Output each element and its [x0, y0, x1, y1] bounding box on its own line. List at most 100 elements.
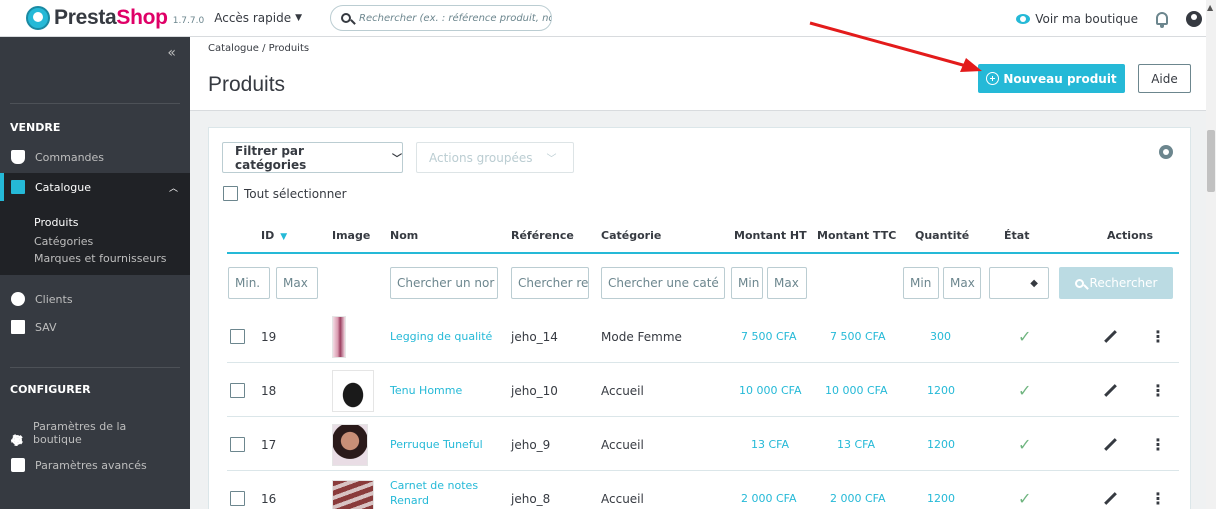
row-checkbox[interactable]	[230, 329, 245, 344]
edit-icon[interactable]	[1103, 330, 1117, 344]
submenu-item-categories[interactable]: Catégories	[0, 233, 190, 250]
filter-name-input[interactable]: Chercher un nor	[390, 267, 498, 299]
more-actions-icon[interactable]: ⋮	[1150, 418, 1166, 471]
row-category: Accueil	[601, 491, 644, 506]
brand-name: PrestaShop	[54, 6, 168, 29]
column-header-id[interactable]: ID ▼	[261, 229, 287, 242]
filter-category-input[interactable]: Chercher une caté	[601, 267, 725, 299]
more-actions-icon[interactable]: ⋮	[1150, 472, 1166, 509]
sort-down-icon[interactable]: ▼	[280, 232, 287, 242]
column-header-reference[interactable]: Référence	[511, 229, 574, 242]
product-name-link[interactable]: Perruque Tuneful	[390, 418, 483, 471]
view-shop-link[interactable]: Voir ma boutique	[1035, 12, 1138, 26]
table-row[interactable]: 17 Perruque Tuneful jeho_9 Accueil 13 CF…	[227, 418, 1179, 471]
select-all-label: Tout sélectionner	[244, 186, 347, 201]
table-row[interactable]: 19 Legging de qualité jeho_14 Mode Femme…	[227, 310, 1179, 363]
product-thumbnail[interactable]	[332, 315, 346, 358]
column-header-price-ht[interactable]: Montant HT	[734, 229, 807, 242]
row-price-ttc[interactable]: 13 CFA	[837, 418, 875, 471]
row-quantity[interactable]: 1200	[927, 418, 955, 471]
more-actions-icon[interactable]: ⋮	[1150, 364, 1166, 417]
scroll-up-icon[interactable]: ▲	[1207, 3, 1213, 12]
row-price-ht[interactable]: 7 500 CFA	[741, 310, 797, 363]
prestashop-logo[interactable]: PrestaShop 1.7.7.0	[26, 6, 204, 30]
sidebar-item-orders[interactable]: Commandes	[0, 143, 190, 171]
status-enabled-icon[interactable]: ✓	[1018, 418, 1031, 471]
page-scrollbar[interactable]: ▲	[1206, 0, 1216, 509]
sidebar-item-label: Catalogue	[35, 180, 91, 194]
row-checkbox[interactable]	[230, 437, 245, 452]
filter-id-max-input[interactable]: Max	[276, 267, 318, 299]
status-enabled-icon[interactable]: ✓	[1018, 364, 1031, 417]
table-row[interactable]: 16 Carnet de notes Renard jeho_8 Accueil…	[227, 472, 1179, 509]
search-button[interactable]: Rechercher	[1059, 267, 1173, 299]
column-header-quantity[interactable]: Quantité	[915, 229, 969, 242]
row-quantity[interactable]: 300	[930, 310, 951, 363]
header-search-input[interactable]: Rechercher (ex. : référence produit, nom	[330, 5, 553, 31]
new-product-button[interactable]: Nouveau produit	[978, 64, 1125, 93]
product-thumbnail[interactable]	[332, 423, 368, 466]
row-price-ttc[interactable]: 2 000 CFA	[830, 472, 886, 509]
red-arrow-annotation	[809, 21, 982, 72]
column-header-status[interactable]: État	[1004, 229, 1029, 242]
filter-price-min-input[interactable]: Min	[731, 267, 763, 299]
filter-qty-min-input[interactable]: Min	[903, 267, 939, 299]
filter-reference-input[interactable]: Chercher re	[511, 267, 589, 299]
row-quantity[interactable]: 1200	[927, 472, 955, 509]
product-name-link[interactable]: Legging de qualité	[390, 310, 492, 363]
chevron-down-icon: ﹀	[546, 154, 557, 165]
row-price-ht[interactable]: 2 000 CFA	[741, 472, 797, 509]
filter-price-max-input[interactable]: Max	[767, 267, 807, 299]
collapse-sidebar-icon[interactable]: «	[167, 45, 176, 61]
column-header-price-ttc[interactable]: Montant TTC	[817, 229, 896, 242]
submenu-item-brands[interactable]: Marques et fournisseurs	[0, 250, 190, 267]
filter-categories-dropdown[interactable]: Filtrer par catégories ﹀	[222, 142, 403, 173]
column-header-category[interactable]: Catégorie	[601, 229, 661, 242]
help-button[interactable]: Aide	[1138, 64, 1191, 93]
sidebar-item-sav[interactable]: SAV	[0, 313, 190, 341]
filter-status-select[interactable]: ◆	[989, 267, 1049, 299]
filter-id-min-input[interactable]: Min.	[228, 267, 270, 299]
select-all[interactable]: Tout sélectionner	[223, 186, 347, 201]
quick-access-menu[interactable]: Accès rapide ▼	[214, 11, 302, 25]
table-row[interactable]: 18 Tenu Homme jeho_10 Accueil 10 000 CFA…	[227, 364, 1179, 417]
scrollbar-thumb[interactable]	[1207, 130, 1215, 192]
product-name-link[interactable]: Carnet de notes Renard	[390, 472, 490, 509]
more-actions-icon[interactable]: ⋮	[1150, 310, 1166, 363]
edit-icon[interactable]	[1103, 384, 1117, 398]
status-enabled-icon[interactable]: ✓	[1018, 310, 1031, 363]
sidebar-item-shop-parameters[interactable]: Paramètres de la boutique	[0, 415, 190, 451]
status-enabled-icon[interactable]: ✓	[1018, 472, 1031, 509]
gear-icon[interactable]	[1159, 145, 1173, 159]
account-icon[interactable]	[1186, 10, 1202, 27]
sidebar-item-customers[interactable]: Clients	[0, 285, 190, 313]
bulk-actions-dropdown[interactable]: Actions groupées ﹀	[416, 142, 574, 173]
sidebar-item-catalogue[interactable]: Catalogue ︿	[0, 173, 190, 201]
product-thumbnail[interactable]	[332, 369, 374, 412]
select-all-checkbox[interactable]	[223, 186, 238, 201]
row-price-ttc[interactable]: 10 000 CFA	[825, 364, 888, 417]
filter-qty-max-input[interactable]: Max	[943, 267, 981, 299]
cart-icon	[11, 150, 25, 164]
product-name-link[interactable]: Tenu Homme	[390, 364, 462, 417]
row-price-ht[interactable]: 13 CFA	[751, 418, 789, 471]
search-button-label: Rechercher	[1089, 276, 1158, 290]
row-checkbox[interactable]	[230, 383, 245, 398]
submenu-item-products[interactable]: Produits	[0, 213, 190, 233]
column-header-name[interactable]: Nom	[390, 229, 418, 242]
sidebar-divider	[10, 103, 180, 104]
sidebar-item-advanced-parameters[interactable]: Paramètres avancés	[0, 451, 190, 479]
row-price-ttc[interactable]: 7 500 CFA	[830, 310, 886, 363]
row-reference: jeho_8	[511, 491, 551, 506]
row-reference: jeho_10	[511, 383, 558, 398]
row-id: 19	[261, 329, 277, 344]
page-title: Produits	[208, 73, 286, 96]
edit-icon[interactable]	[1103, 492, 1117, 506]
breadcrumb[interactable]: Catalogue / Produits	[208, 43, 309, 54]
bell-icon[interactable]	[1156, 12, 1168, 28]
edit-icon[interactable]	[1103, 438, 1117, 452]
row-checkbox[interactable]	[230, 491, 245, 506]
row-quantity[interactable]: 1200	[927, 364, 955, 417]
product-thumbnail[interactable]	[332, 480, 374, 509]
row-price-ht[interactable]: 10 000 CFA	[739, 364, 802, 417]
